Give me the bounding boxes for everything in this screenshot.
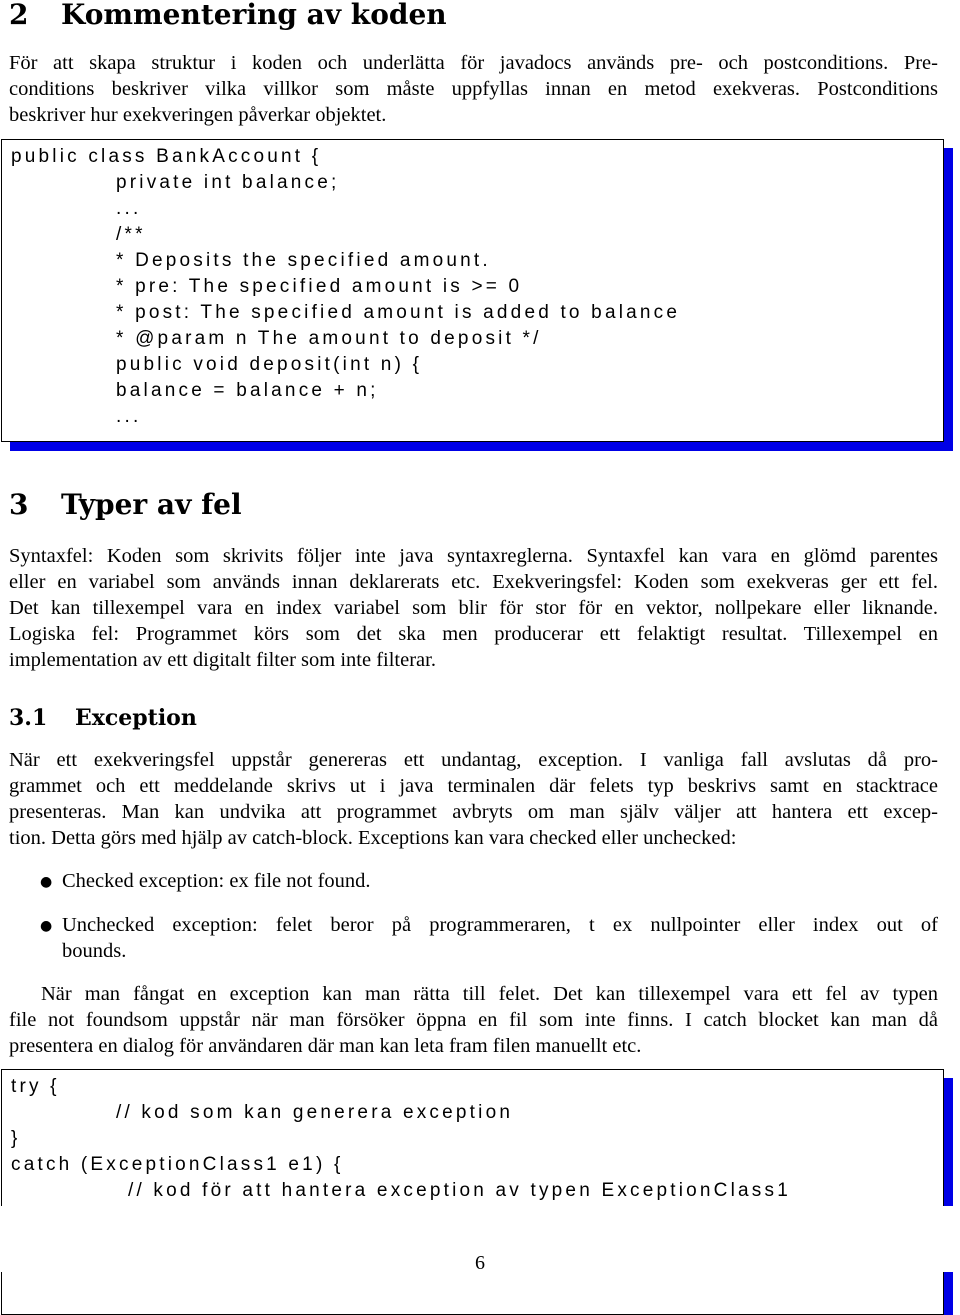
bullet-icon: ● (40, 918, 53, 934)
code-line: // kod som kan generera exception (116, 1102, 514, 1123)
code-line: } (11, 1128, 21, 1149)
code-block-try-catch: try { // kod som kan generera exception} c… (1, 1069, 944, 1315)
code-line: /** (116, 224, 146, 245)
section-3-1-paragraph-2: När man fångat en exception kan man rätt… (9, 983, 938, 1057)
section-3-1-paragraph: När ett exekveringsfel uppstår genereras… (9, 749, 938, 849)
code-line: * Deposits the specified amount. (116, 250, 491, 271)
section-3-1-heading: 3.1 Exception (9, 705, 197, 731)
code-line: * @param n The amount to deposit */ (116, 328, 542, 349)
code-line: catch (ExceptionClass1 e1) { (11, 1154, 344, 1175)
code-line: private int balance; (116, 172, 340, 193)
bullet-icon: ● (40, 874, 53, 890)
code-line: * post: The specified amount is added to… (116, 302, 681, 323)
code-line: try { (11, 1076, 60, 1097)
section-3-heading: 3 Typer av fel (9, 488, 242, 521)
list-item: Unchecked exception: felet beror på prog… (62, 914, 938, 962)
code-line: public void deposit(int n) { (116, 354, 423, 375)
section-3-paragraph: Syntaxfel: Koden som skrivits följer int… (9, 545, 938, 671)
code-line: public class BankAccount { (11, 146, 322, 167)
list-item: Checked exception: ex file not found. (62, 870, 371, 892)
code-block-bankaccount: public class BankAccount { private int ba… (1, 139, 944, 442)
code-line: ... (116, 406, 142, 427)
code-line: balance = balance + n; (116, 380, 379, 401)
section-2-paragraph: För att skapa struktur i koden och under… (9, 52, 938, 126)
code-line: * pre: The specified amount is >= 0 (116, 276, 523, 297)
code-line: ... (116, 198, 142, 219)
section-2-heading: 2 Kommentering av koden (9, 0, 447, 31)
code-line: // kod för att hantera exception av type… (128, 1180, 791, 1201)
